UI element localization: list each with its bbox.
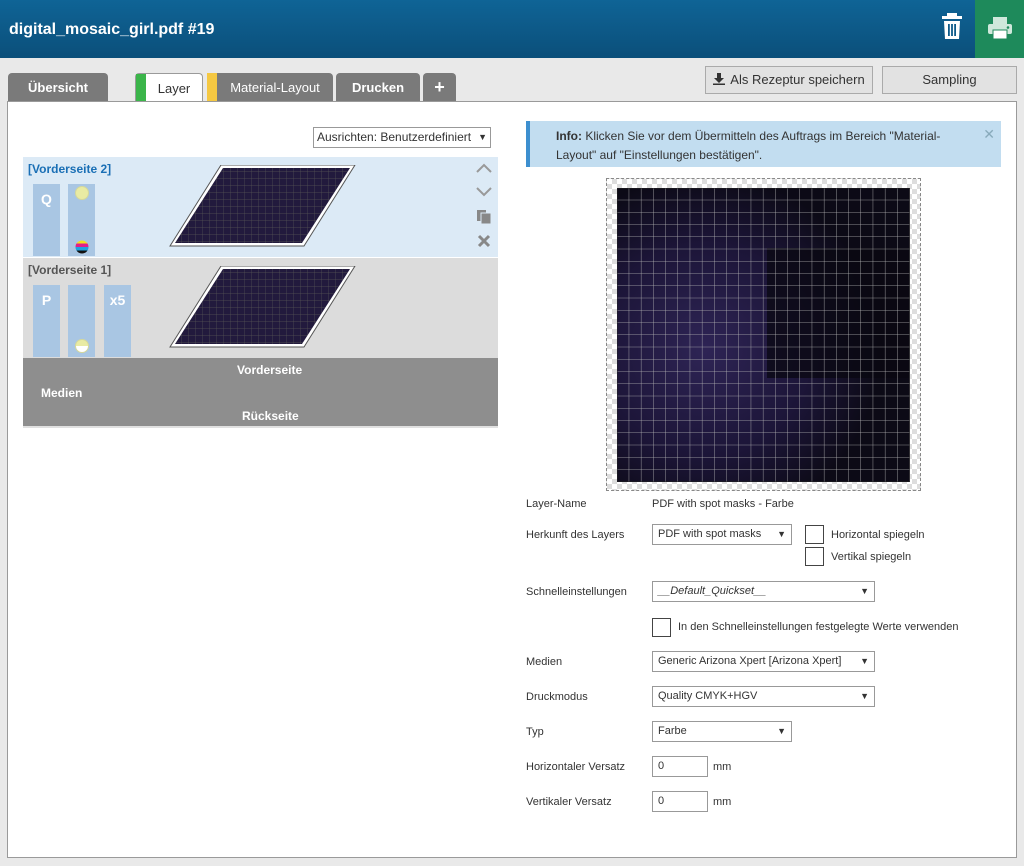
close-icon[interactable] [475, 234, 493, 252]
trash-icon [942, 13, 962, 39]
chevron-down-icon: ▼ [860, 586, 869, 596]
copy-icon[interactable] [475, 209, 493, 227]
chevron-down-icon: ▼ [478, 132, 487, 142]
layer-preview-thumbnail [169, 165, 356, 247]
media-label: Medien [41, 386, 83, 400]
tab-overview[interactable]: Übersicht [8, 73, 108, 102]
origin-label: Herkunft des Layers [526, 529, 625, 541]
chevron-down-icon: ▼ [777, 529, 786, 539]
v-offset-unit: mm [713, 796, 732, 808]
move-up-icon[interactable] [475, 160, 493, 178]
tab-layer[interactable]: Layer [135, 73, 203, 103]
layer-chip-ink [68, 285, 95, 357]
use-quickset-checkbox[interactable] [652, 618, 671, 637]
layer-row-vorderseite-1[interactable]: [Vorderseite 1] P x5 [23, 258, 498, 358]
flip-vertical-checkbox[interactable] [805, 547, 824, 566]
close-icon[interactable]: ✕ [983, 125, 995, 144]
back-side-label: Rückseite [242, 409, 299, 423]
layer-row-vorderseite-2[interactable]: [Vorderseite 2] Q [23, 157, 498, 257]
save-recipe-button[interactable]: Als Rezeptur speichern [705, 66, 873, 94]
layer-name-label: Layer-Name [526, 498, 587, 510]
type-select[interactable]: Farbe ▼ [652, 721, 792, 742]
delete-button[interactable] [938, 12, 966, 42]
sampling-button[interactable]: Sampling [882, 66, 1017, 94]
layer-chip-ink [68, 184, 95, 256]
job-title: digital_mosaic_girl.pdf #19 [9, 21, 215, 38]
move-down-icon[interactable] [475, 184, 493, 202]
white-ink-icon [75, 339, 89, 353]
divider [23, 426, 498, 428]
print-button[interactable] [975, 0, 1024, 58]
chevron-down-icon: ▼ [777, 726, 786, 736]
tab-material-layout[interactable]: Material-Layout [207, 73, 333, 102]
layer-chip-mode: P [33, 285, 60, 357]
download-icon [713, 73, 726, 85]
info-title: Info: [556, 129, 582, 143]
chevron-down-icon: ▼ [860, 656, 869, 666]
h-offset-label: Horizontaler Versatz [526, 761, 626, 773]
layer-name: [Vorderseite 1] [28, 263, 112, 277]
layer-preview-large [606, 178, 921, 491]
print-mode-label: Druckmodus [526, 691, 588, 703]
info-banner: Info: Klicken Sie vor dem Übermitteln de… [526, 121, 1001, 167]
layer-name: [Vorderseite 2] [28, 162, 112, 176]
chevron-down-icon: ▼ [860, 691, 869, 701]
printer-icon [988, 17, 1012, 40]
quickset-label: Schnelleinstellungen [526, 586, 627, 598]
info-text: Klicken Sie vor dem Übermitteln des Auft… [556, 129, 941, 162]
add-tab-button[interactable]: + [423, 73, 456, 102]
media-bar: Vorderseite Medien Rückseite [23, 358, 498, 426]
align-select[interactable]: Ausrichten: Benutzerdefiniert ▼ [313, 127, 491, 148]
media-select[interactable]: Generic Arizona Xpert [Arizona Xpert] ▼ [652, 651, 875, 672]
plus-icon: + [434, 77, 445, 97]
quickset-select[interactable]: __Default_Quickset__ ▼ [652, 581, 875, 602]
top-bar: digital_mosaic_girl.pdf #19 [0, 0, 1024, 58]
front-side-label: Vorderseite [237, 363, 303, 377]
h-offset-unit: mm [713, 761, 732, 773]
layer-chip-copies: x5 [104, 285, 131, 357]
flip-horizontal-checkbox[interactable] [805, 525, 824, 544]
print-mode-select[interactable]: Quality CMYK+HGV ▼ [652, 686, 875, 707]
tab-layer-marker [136, 74, 146, 103]
media-label: Medien [526, 656, 563, 668]
use-quickset-label: In den Schnelleinstellungen festgelegte … [678, 621, 959, 633]
h-offset-input[interactable]: 0 [652, 756, 708, 777]
cmyk-icon [75, 240, 89, 254]
tab-print[interactable]: Drucken [336, 73, 420, 102]
v-offset-label: Vertikaler Versatz [526, 796, 612, 808]
layer-chip-mode: Q [33, 184, 60, 256]
white-ink-icon [75, 186, 89, 200]
tab-material-marker [207, 73, 217, 102]
mosaic-image [617, 188, 910, 482]
layer-name-value: PDF with spot masks - Farbe [652, 498, 794, 510]
type-label: Typ [526, 726, 544, 738]
layer-preview-thumbnail [169, 266, 356, 348]
v-offset-input[interactable]: 0 [652, 791, 708, 812]
origin-select[interactable]: PDF with spot masks ▼ [652, 524, 792, 545]
flip-horizontal-label: Horizontal spiegeln [831, 529, 925, 541]
flip-vertical-label: Vertikal spiegeln [831, 551, 912, 563]
